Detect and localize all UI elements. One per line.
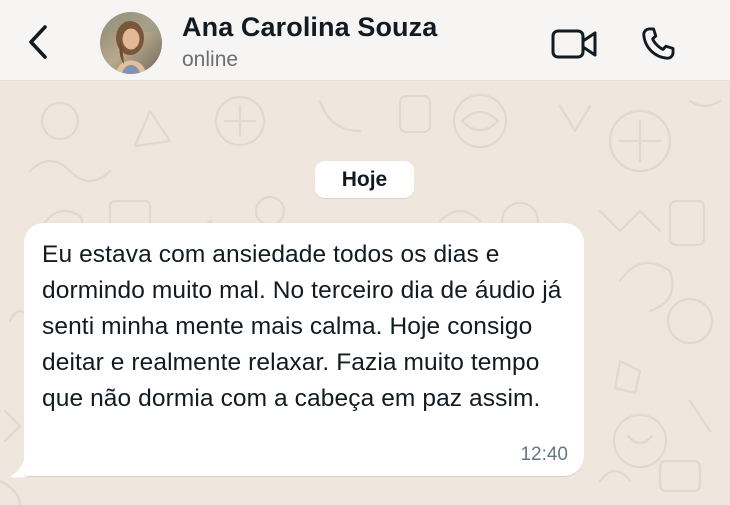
- voice-call-button[interactable]: [636, 22, 680, 66]
- chevron-left-icon: [29, 25, 47, 59]
- message-list[interactable]: Hoje Eu estava com ansiedade todos os di…: [0, 81, 730, 505]
- incoming-message-bubble[interactable]: Eu estava com ansiedade todos os dias e …: [24, 223, 584, 476]
- contact-photo: [100, 12, 162, 74]
- avatar[interactable]: [100, 12, 162, 74]
- contact-name[interactable]: Ana Carolina Souza: [182, 12, 437, 43]
- back-button[interactable]: [18, 20, 58, 64]
- video-call-button[interactable]: [548, 24, 602, 64]
- message-timestamp: 12:40: [520, 444, 568, 465]
- chat-screen: Ana Carolina Souza online Hoje Eu estava…: [0, 0, 730, 505]
- date-divider: Hoje: [315, 161, 414, 198]
- chat-header: Ana Carolina Souza online: [0, 0, 730, 81]
- contact-status: online: [182, 48, 239, 71]
- phone-icon: [642, 27, 675, 60]
- message-text: Eu estava com ansiedade todos os dias e …: [42, 241, 562, 412]
- video-camera-icon: [551, 29, 597, 59]
